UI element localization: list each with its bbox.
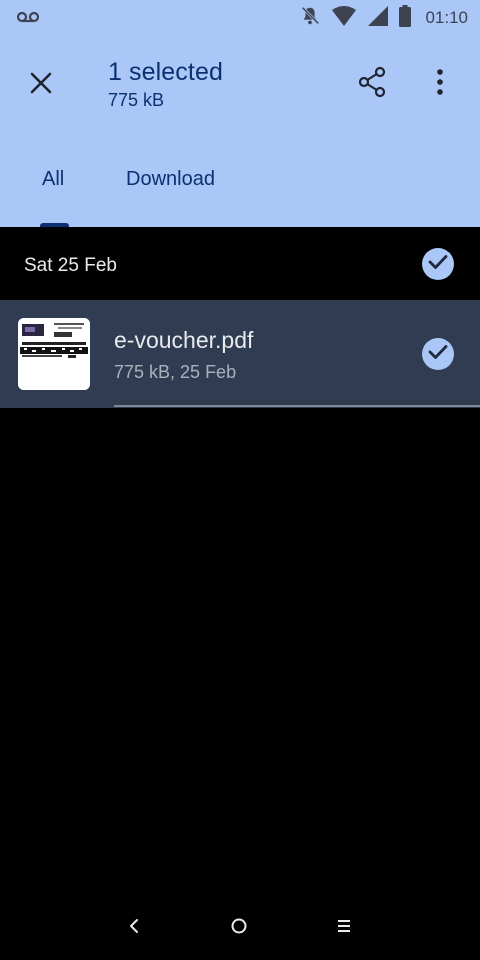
row-divider [114, 405, 480, 407]
share-icon [357, 66, 387, 103]
status-bar: 01:10 [0, 0, 480, 36]
selection-app-bar: 1 selected 775 kB [0, 48, 480, 120]
more-vert-icon [436, 68, 444, 100]
voicemail-icon [16, 8, 40, 28]
system-navigation-bar [0, 900, 480, 960]
notifications-off-icon [299, 5, 321, 32]
file-select-checkbox[interactable] [422, 338, 454, 370]
selection-size-subtitle: 775 kB [108, 90, 165, 110]
checkmark-icon [428, 344, 448, 365]
back-icon [128, 918, 140, 939]
close-icon [30, 72, 52, 99]
checkmark-icon [428, 254, 448, 275]
home-icon [230, 917, 248, 940]
more-options-button[interactable] [420, 62, 460, 106]
recents-icon [337, 918, 351, 939]
wifi-icon [331, 5, 357, 32]
battery-icon [399, 4, 412, 32]
selection-count-title: 1 selected [108, 58, 223, 86]
clock: 01:10 [425, 8, 468, 27]
nav-back-button[interactable] [116, 912, 152, 944]
file-list-item[interactable]: e-voucher.pdf 775 kB, 25 Feb [0, 300, 480, 408]
nav-recents-button[interactable] [326, 912, 362, 944]
date-group-header[interactable]: Sat 25 Feb [0, 228, 480, 300]
group-date-label: Sat 25 Feb [24, 255, 117, 276]
nav-home-button[interactable] [221, 912, 257, 944]
close-selection-button[interactable] [18, 62, 64, 108]
file-name: e-voucher.pdf [114, 327, 254, 353]
selected-tab-indicator [40, 223, 69, 227]
tab-download[interactable]: Download [126, 168, 215, 191]
tab-all[interactable]: All [42, 168, 64, 191]
file-size-date: 775 kB, 25 Feb [114, 362, 237, 382]
signal-icon [367, 5, 389, 32]
group-select-checkbox[interactable] [422, 248, 454, 280]
pdf-thumbnail [18, 318, 90, 390]
filter-tabs: All Download [0, 150, 480, 227]
share-button[interactable] [350, 62, 394, 106]
